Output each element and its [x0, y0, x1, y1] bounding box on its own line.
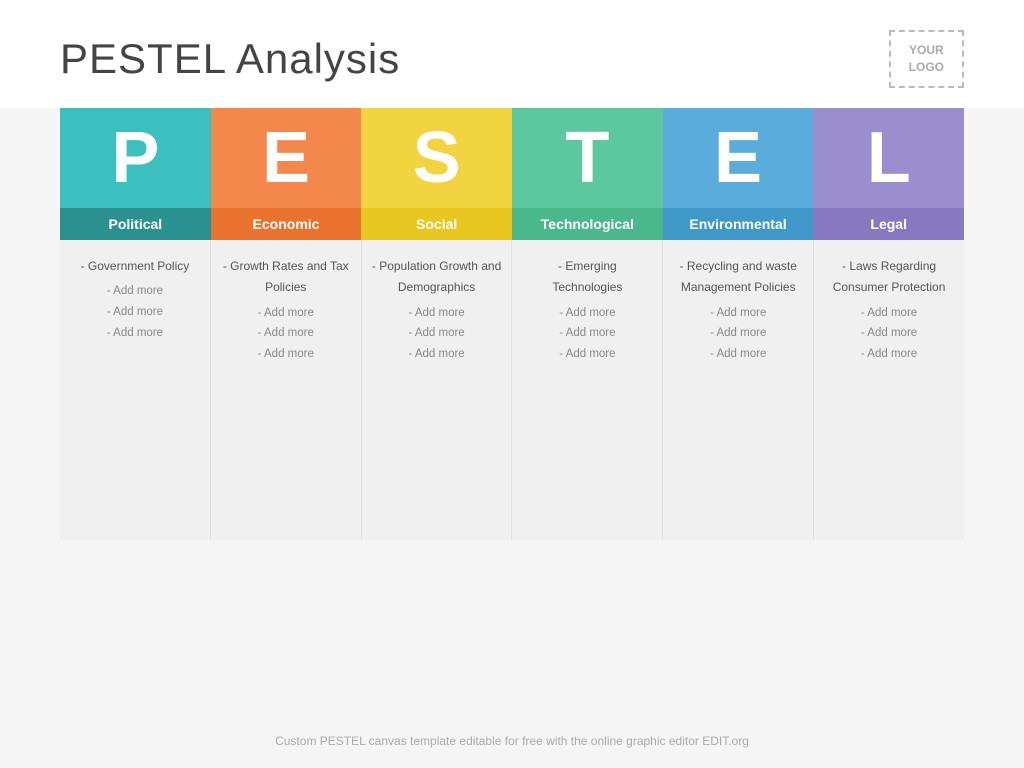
letter-cell-p: P	[60, 108, 211, 208]
social-sub-2: - Add more	[372, 323, 502, 344]
letter-cell-e1: E	[211, 108, 362, 208]
letter-s: S	[413, 122, 461, 194]
page-title: PESTEL Analysis	[60, 35, 400, 83]
content-legal: - Laws Regarding Consumer Protection - A…	[814, 240, 964, 540]
letter-cell-s: S	[361, 108, 512, 208]
content-political: - Government Policy - Add more - Add mor…	[60, 240, 211, 540]
political-sub-2: - Add more	[70, 302, 200, 323]
economic-main: - Growth Rates and Tax Policies	[221, 256, 351, 299]
environmental-sub-1: - Add more	[673, 303, 803, 324]
technological-sub-3: - Add more	[522, 344, 652, 365]
legal-sub-1: - Add more	[824, 303, 954, 324]
footer-text: Custom PESTEL canvas template editable f…	[275, 734, 749, 748]
footer: Custom PESTEL canvas template editable f…	[0, 734, 1024, 748]
economic-sub-2: - Add more	[221, 323, 351, 344]
economic-sub-1: - Add more	[221, 303, 351, 324]
social-sub-3: - Add more	[372, 344, 502, 365]
political-sub-1: - Add more	[70, 281, 200, 302]
economic-sub-3: - Add more	[221, 344, 351, 365]
content-technological: - Emerging Technologies - Add more - Add…	[512, 240, 663, 540]
technological-sub-1: - Add more	[522, 303, 652, 324]
pestel-label-row: Political Economic Social Technological …	[60, 208, 964, 240]
label-environmental: Environmental	[663, 208, 814, 240]
content-social: - Population Growth and Demographics - A…	[362, 240, 513, 540]
letter-p: P	[111, 122, 159, 194]
letter-l: L	[867, 122, 911, 194]
label-legal: Legal	[813, 208, 964, 240]
social-sub-1: - Add more	[372, 303, 502, 324]
environmental-sub-2: - Add more	[673, 323, 803, 344]
pestel-content-row: - Government Policy - Add more - Add mor…	[60, 240, 964, 540]
content-environmental: - Recycling and waste Management Policie…	[663, 240, 814, 540]
environmental-main: - Recycling and waste Management Policie…	[673, 256, 803, 299]
label-social: Social	[361, 208, 512, 240]
technological-main: - Emerging Technologies	[522, 256, 652, 299]
political-main: - Government Policy	[70, 256, 200, 278]
legal-sub-3: - Add more	[824, 344, 954, 365]
letter-cell-t: T	[512, 108, 663, 208]
letter-cell-e2: E	[663, 108, 814, 208]
content-economic: - Growth Rates and Tax Policies - Add mo…	[211, 240, 362, 540]
label-political: Political	[60, 208, 211, 240]
letter-t: T	[565, 122, 609, 194]
social-main: - Population Growth and Demographics	[372, 256, 502, 299]
letter-e2: E	[714, 122, 762, 194]
political-sub-3: - Add more	[70, 323, 200, 344]
letter-cell-l: L	[813, 108, 964, 208]
letter-e1: E	[262, 122, 310, 194]
legal-sub-2: - Add more	[824, 323, 954, 344]
page: PESTEL Analysis YOUR LOGO P E S T E	[0, 0, 1024, 768]
technological-sub-2: - Add more	[522, 323, 652, 344]
label-technological: Technological	[512, 208, 663, 240]
environmental-sub-3: - Add more	[673, 344, 803, 365]
header: PESTEL Analysis YOUR LOGO	[0, 0, 1024, 108]
pestel-letter-row: P E S T E L	[60, 108, 964, 208]
logo-placeholder: YOUR LOGO	[889, 30, 964, 88]
label-economic: Economic	[211, 208, 362, 240]
pestel-table: P E S T E L Political Economic	[60, 108, 964, 540]
legal-main: - Laws Regarding Consumer Protection	[824, 256, 954, 299]
